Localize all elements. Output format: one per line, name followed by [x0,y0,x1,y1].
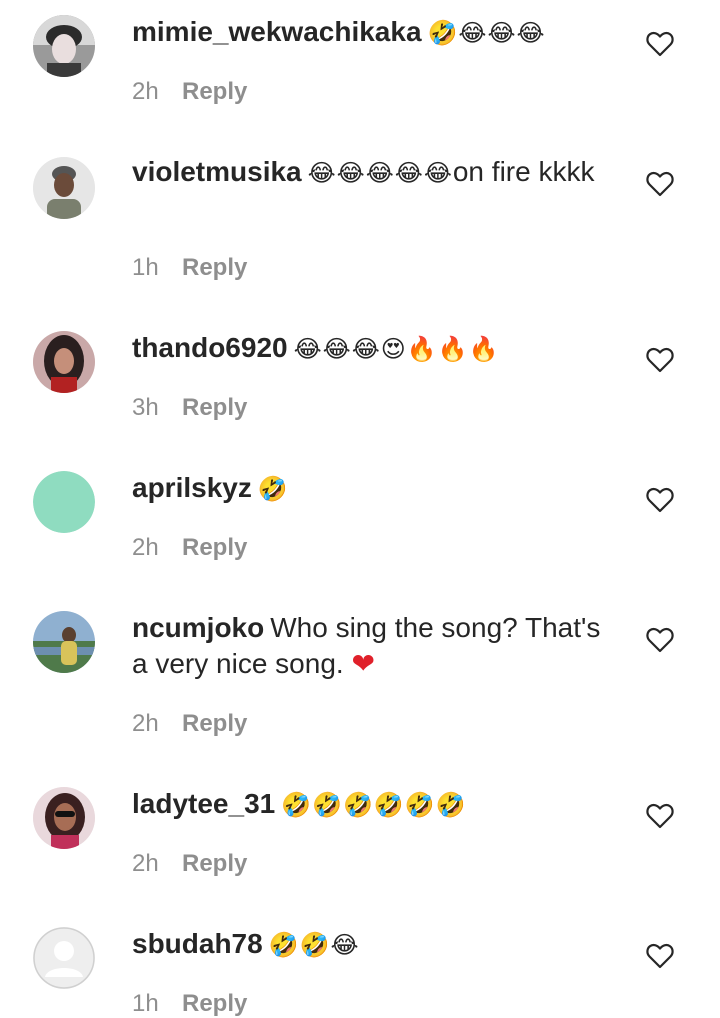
comment-time: 1h [132,254,159,281]
avatar[interactable] [33,471,95,533]
heart-outline-icon[interactable] [646,171,674,197]
heart-outline-icon[interactable] [646,803,674,829]
comment-username[interactable]: ncumjoko [132,612,264,643]
comment-username[interactable]: thando6920 [132,332,288,363]
comment-emojis: 🤣 [257,475,289,503]
avatar[interactable] [33,15,95,77]
comment-emojis: 😂😂😂😍🔥🔥🔥 [293,335,500,363]
avatar[interactable] [33,787,95,849]
comment-emojis: 🤣🤣😂 [268,931,360,959]
comment-time: 3h [132,394,159,421]
comment-emojis: 🤣🤣🤣🤣🤣🤣 [281,791,467,819]
comment-username[interactable]: aprilskyz [132,472,252,503]
reply-button[interactable]: Reply [182,394,247,421]
comment-time: 2h [132,534,159,561]
heart-outline-icon[interactable] [646,31,674,57]
reply-button[interactable]: Reply [182,850,247,877]
reply-button[interactable]: Reply [182,990,247,1017]
avatar[interactable] [33,611,95,673]
avatar[interactable] [33,331,95,393]
comment-username[interactable]: sbudah78 [132,928,263,959]
comment-time: 2h [132,850,159,877]
comment-time: 2h [132,710,159,737]
heart-outline-icon[interactable] [646,627,674,653]
comment-username[interactable]: ladytee_31 [132,788,275,819]
comment-emojis: 😂😂😂😂😂 [307,159,453,187]
reply-button[interactable]: Reply [182,534,247,561]
comment-time: 2h [132,78,159,105]
heart-outline-icon[interactable] [646,347,674,373]
avatar[interactable] [33,157,95,219]
comment-text: on fire kkkk [452,156,595,187]
reply-button[interactable]: Reply [182,710,247,737]
comment-username[interactable]: violetmusika [132,156,302,187]
reply-button[interactable]: Reply [182,254,247,281]
heart-outline-icon[interactable] [646,943,674,969]
heart-outline-icon[interactable] [646,487,674,513]
comment-username[interactable]: mimie_wekwachikaka [132,16,422,47]
comments-list: mimie_wekwachikaka 🤣😂😂😂 2h Reply violetmus… [0,0,720,1017]
comment-emojis: 🤣😂😂😂 [427,19,546,47]
avatar[interactable] [33,927,95,989]
reply-button[interactable]: Reply [182,78,247,105]
red-heart-emoji: ❤ [351,648,375,679]
